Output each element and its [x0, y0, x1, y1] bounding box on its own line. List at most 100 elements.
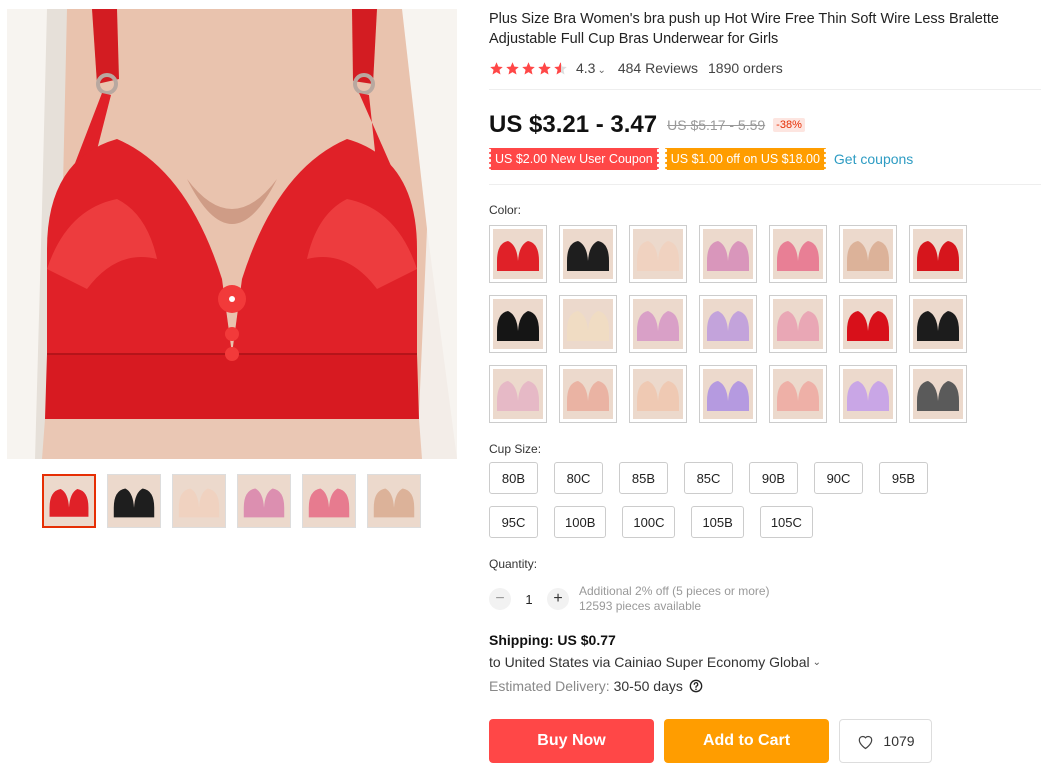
cup-size-option[interactable]: 90C — [814, 462, 863, 494]
cup-size-option[interactable]: 105C — [759, 506, 813, 538]
rating-value[interactable]: 4.3 ⌄ — [576, 60, 606, 76]
bra-swatch-image — [563, 229, 613, 279]
color-swatch[interactable] — [489, 295, 547, 353]
cup-size-label: Cup Size: — [489, 442, 542, 456]
rose-bra-thumbnail — [303, 475, 355, 527]
cup-size-option[interactable]: 80B — [489, 462, 538, 494]
quantity-note: Additional 2% off (5 pieces or more) 125… — [579, 584, 770, 614]
star-rating — [489, 61, 568, 76]
color-swatch[interactable] — [909, 365, 967, 423]
bra-swatch-image — [843, 299, 893, 349]
discount-badge: -38% — [773, 118, 805, 132]
product-info: Plus Size Bra Women's bra push up Hot Wi… — [488, 9, 1049, 763]
bra-swatch-image — [773, 369, 823, 419]
color-swatch[interactable] — [489, 225, 547, 283]
cup-size-option[interactable]: 80C — [554, 462, 603, 494]
half-star-icon — [554, 61, 567, 74]
color-label: Color: — [489, 203, 522, 217]
color-swatch[interactable] — [909, 225, 967, 283]
add-to-cart-button[interactable]: Add to Cart — [664, 719, 829, 763]
shipping-route-text: to United States via Cainiao Super Econo… — [489, 654, 810, 670]
original-price: US $5.17 - 5.59 — [667, 117, 766, 133]
main-product-image[interactable] — [7, 9, 457, 459]
thumbnail-rose[interactable] — [302, 474, 356, 528]
cup-size-option[interactable]: 105B — [691, 506, 744, 538]
color-swatch[interactable] — [629, 295, 687, 353]
thumbnail-red[interactable] — [42, 474, 96, 528]
bra-swatch-image — [913, 229, 963, 279]
current-price: US $3.21 - 3.47 — [489, 111, 658, 138]
color-swatch[interactable] — [769, 295, 827, 353]
bra-swatch-image — [633, 369, 683, 419]
color-swatch[interactable] — [559, 225, 617, 283]
color-swatch[interactable] — [559, 365, 617, 423]
cup-size-option[interactable]: 85C — [684, 462, 733, 494]
cup-size-option[interactable]: 85B — [619, 462, 668, 494]
cup-size-option[interactable]: 95B — [879, 462, 928, 494]
estimated-delivery: Estimated Delivery: 30-50 days — [489, 678, 1049, 694]
quantity-stepper: − 1 + Additional 2% off (5 pieces or mor… — [489, 584, 1049, 614]
color-swatch[interactable] — [629, 225, 687, 283]
bra-swatch-image — [913, 299, 963, 349]
thumbnail-strip — [42, 474, 421, 528]
color-swatch[interactable] — [839, 365, 897, 423]
decrease-quantity-button[interactable]: − — [489, 588, 511, 610]
new-user-coupon[interactable]: US $2.00 New User Coupon — [488, 148, 660, 170]
bra-swatch-image — [703, 369, 753, 419]
thumbnail-black[interactable] — [107, 474, 161, 528]
star-icon — [506, 61, 519, 74]
bra-swatch-image — [563, 369, 613, 419]
question-icon[interactable] — [689, 679, 703, 693]
color-swatch[interactable] — [699, 365, 757, 423]
star-icon — [522, 61, 535, 74]
bra-swatch-image — [703, 229, 753, 279]
bra-swatch-image — [773, 299, 823, 349]
product-title: Plus Size Bra Women's bra push up Hot Wi… — [489, 11, 999, 47]
quantity-label: Quantity: — [489, 557, 538, 571]
rating-number: 4.3 — [576, 60, 596, 76]
buy-now-button[interactable]: Buy Now — [489, 719, 654, 763]
action-buttons: Buy Now Add to Cart 1079 — [489, 719, 1049, 763]
nude-bra-thumbnail — [368, 475, 420, 527]
bra-swatch-image — [773, 229, 823, 279]
bulk-discount-note: Additional 2% off (5 pieces or more) — [579, 584, 770, 598]
bra-swatch-image — [913, 369, 963, 419]
bra-swatch-image — [633, 299, 683, 349]
get-coupons-link[interactable]: Get coupons — [834, 151, 913, 167]
thumbnail-beige[interactable] — [172, 474, 226, 528]
red-bra-thumbnail — [44, 476, 94, 526]
cup-size-option[interactable]: 95C — [489, 506, 538, 538]
increase-quantity-button[interactable]: + — [547, 588, 569, 610]
thumbnail-nude[interactable] — [367, 474, 421, 528]
rating-row: 4.3 ⌄ 484 Reviews 1890 orders — [489, 59, 1049, 77]
cup-size-option[interactable]: 100C — [622, 506, 676, 538]
color-swatch[interactable] — [909, 295, 967, 353]
reviews-link[interactable]: 484 Reviews — [618, 60, 698, 76]
color-swatch[interactable] — [769, 365, 827, 423]
color-swatch[interactable] — [629, 365, 687, 423]
color-swatch[interactable] — [769, 225, 827, 283]
chevron-down-icon: ⌄ — [597, 65, 606, 76]
color-swatch[interactable] — [839, 295, 897, 353]
wishlist-count: 1079 — [883, 733, 915, 749]
shipping-route[interactable]: to United States via Cainiao Super Econo… — [489, 654, 1049, 670]
thumbnail-pink[interactable] — [237, 474, 291, 528]
store-coupon[interactable]: US $1.00 off on US $18.00 — [663, 148, 828, 170]
wishlist-button[interactable]: 1079 — [839, 719, 932, 763]
divider — [489, 184, 1041, 185]
color-swatch[interactable] — [699, 295, 757, 353]
color-swatch[interactable] — [489, 365, 547, 423]
cup-size-option[interactable]: 90B — [749, 462, 798, 494]
pink-bra-thumbnail — [238, 475, 290, 527]
color-swatch[interactable] — [839, 225, 897, 283]
bra-product-photo — [7, 9, 457, 459]
color-swatch[interactable] — [699, 225, 757, 283]
star-icon — [490, 61, 503, 74]
color-swatches — [489, 225, 1049, 423]
beige-bra-thumbnail — [173, 475, 225, 527]
color-swatch[interactable] — [559, 295, 617, 353]
bra-swatch-image — [633, 229, 683, 279]
cup-size-option[interactable]: 100B — [554, 506, 607, 538]
bra-swatch-image — [843, 369, 893, 419]
quantity-input[interactable]: 1 — [511, 592, 547, 607]
